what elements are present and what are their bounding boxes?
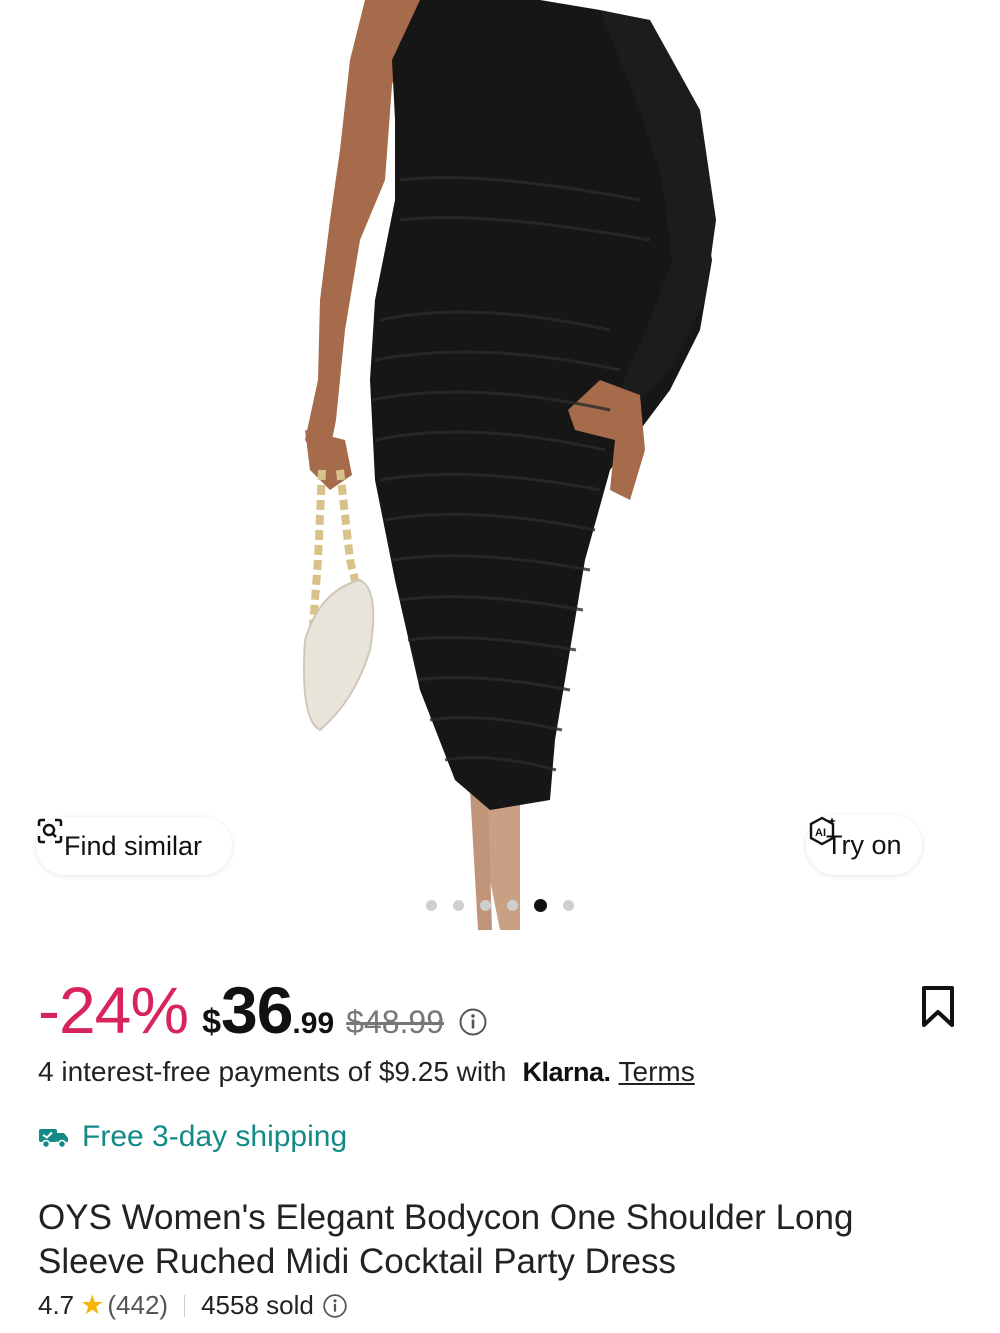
carousel-dot[interactable] — [480, 899, 491, 911]
carousel-dot[interactable] — [563, 899, 574, 911]
carousel-dot[interactable] — [534, 898, 547, 912]
truck-icon — [39, 1129, 68, 1149]
divider — [184, 1294, 186, 1317]
klarna-logo: Klarna. — [522, 1057, 611, 1087]
bookmark-icon[interactable] — [920, 985, 956, 1034]
price-whole: 36 — [221, 973, 293, 1047]
product-title: OYS Women's Elegant Bodycon One Shoulder… — [38, 1198, 854, 1281]
product-image — [303, 0, 716, 930]
installment-info: 4 interest-free payments of $9.25 with K… — [38, 1056, 695, 1088]
sold-info-icon[interactable] — [322, 1293, 348, 1319]
price-currency: $ — [202, 1003, 221, 1041]
price-info-icon[interactable] — [458, 1007, 488, 1042]
sold-count: 4558 sold — [201, 1290, 314, 1320]
carousel-dot[interactable] — [426, 899, 437, 911]
star-icon: ★ — [80, 1290, 105, 1320]
terms-link[interactable]: Terms — [619, 1056, 695, 1088]
image-search-icon — [37, 818, 63, 844]
carousel-dot[interactable] — [453, 899, 464, 911]
try-on-button[interactable]: AI Try on — [806, 815, 922, 875]
find-similar-label: Find similar — [64, 830, 203, 861]
rating-row[interactable]: 4.7 ★ (442) 4558 sold — [38, 1290, 348, 1321]
price-cents: .99 — [292, 1007, 335, 1040]
carousel-dot[interactable] — [507, 899, 518, 911]
carousel-indicator[interactable] — [0, 897, 1000, 913]
installment-text: 4 interest-free payments of $9.25 with — [38, 1056, 507, 1087]
price-row: -24% $ 36 .99 $48.99 — [38, 972, 488, 1047]
shipping-label: Free 3-day shipping — [82, 1120, 348, 1153]
shipping-info[interactable]: Free 3-day shipping — [38, 1120, 347, 1154]
original-price: $48.99 — [346, 1004, 445, 1040]
ai-try-on-icon: AI — [809, 816, 836, 846]
review-count: (442) — [107, 1290, 169, 1320]
discount-badge: -24% — [38, 973, 189, 1047]
find-similar-button[interactable]: Find similar — [36, 817, 233, 875]
ai-badge: AI — [815, 827, 826, 839]
product-image-carousel[interactable]: Find similar AI Try on — [0, 0, 1000, 930]
rating-value: 4.7 — [38, 1290, 75, 1320]
